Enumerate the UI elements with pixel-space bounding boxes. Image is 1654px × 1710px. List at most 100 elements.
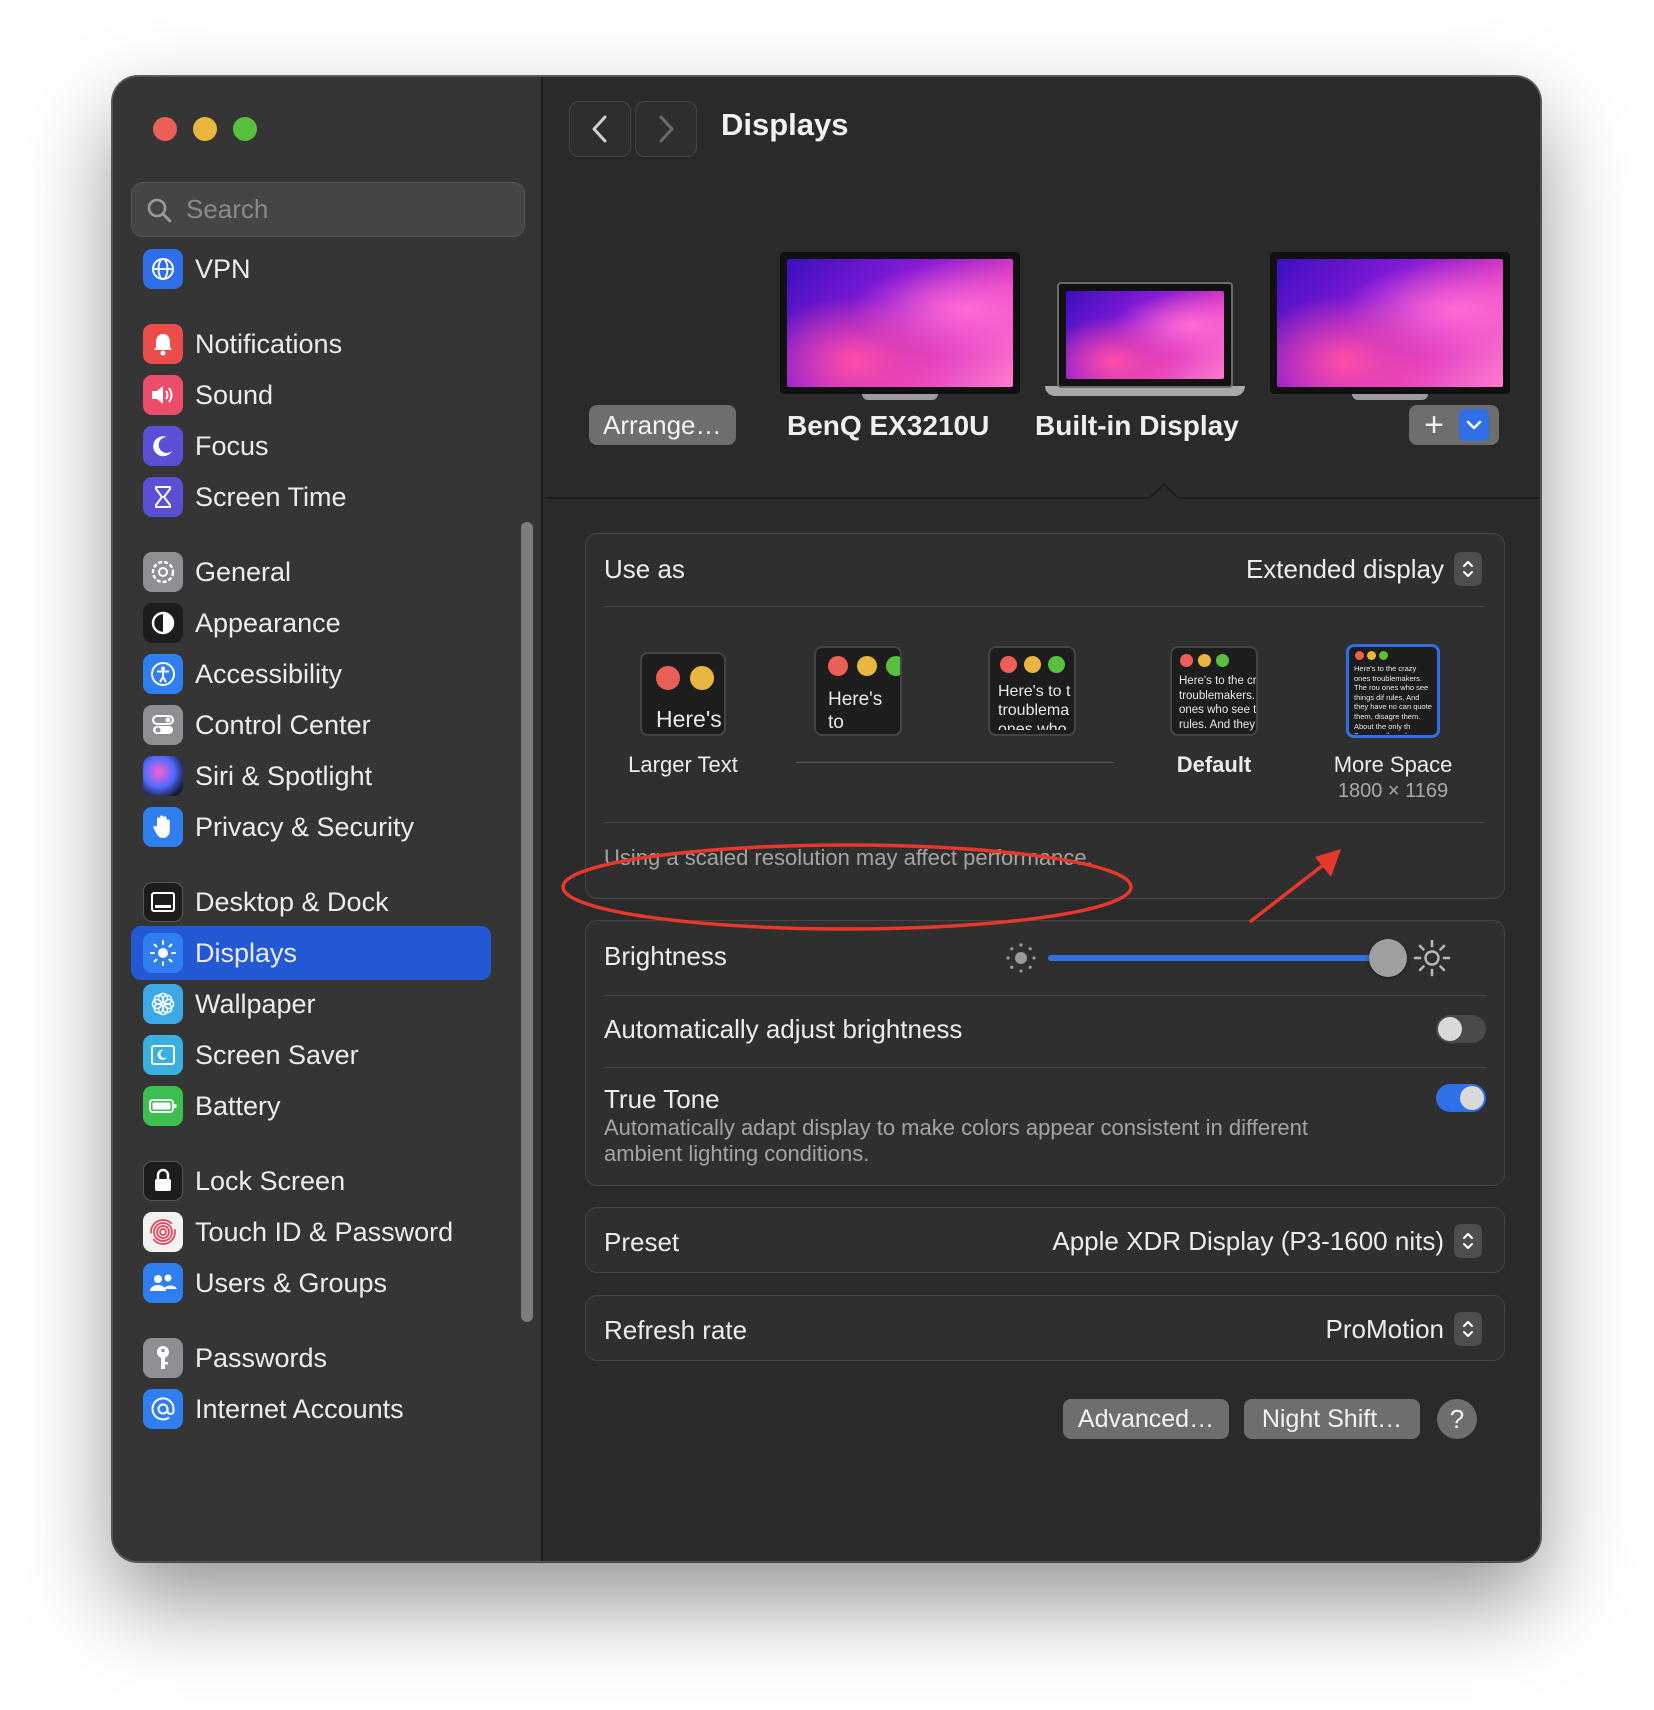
night-shift-button[interactable]: Night Shift… <box>1244 1399 1420 1439</box>
window-controls <box>153 117 257 141</box>
resolution-thumbnail: Here's to troublem <box>814 646 902 736</box>
sidebar-item-screen-saver[interactable]: Screen Saver <box>131 1028 491 1082</box>
sidebar-item-touch-id[interactable]: Touch ID & Password <box>131 1205 491 1259</box>
minimize-button[interactable] <box>193 117 217 141</box>
refresh-rate-value: ProMotion <box>1325 1313 1445 1344</box>
sidebar-item-control-center[interactable]: Control Center <box>131 698 491 752</box>
advanced-button[interactable]: Advanced… <box>1063 1399 1229 1439</box>
preset-value: Apple XDR Display (P3-1600 nits) <box>1052 1225 1444 1256</box>
accessibility-icon <box>143 654 183 694</box>
display-label-built-in[interactable]: Built-in Display <box>1035 410 1239 442</box>
display-label-benq[interactable]: BenQ EX3210U <box>787 410 989 442</box>
updown-chevron-icon <box>1454 552 1482 586</box>
settings-window: Search VPN Notifications Sound Focus Scr… <box>112 76 1541 1562</box>
refresh-rate-label: Refresh rate <box>604 1315 748 1345</box>
wallpaper-image <box>787 259 1013 387</box>
help-button[interactable]: ? <box>1437 1399 1477 1439</box>
resolution-caption: More Space <box>1333 752 1453 777</box>
preset-popup[interactable]: Apple XDR Display (P3-1600 nits) <box>1052 1224 1482 1258</box>
appearance-icon <box>143 603 183 643</box>
sidebar-item-accessibility[interactable]: Accessibility <box>131 647 491 701</box>
close-button[interactable] <box>153 117 177 141</box>
sidebar-item-passwords[interactable]: Passwords <box>131 1331 491 1385</box>
add-display-control[interactable]: + <box>1409 405 1499 445</box>
moon-icon <box>143 426 183 466</box>
zoom-button[interactable] <box>233 117 257 141</box>
divider <box>545 497 1540 499</box>
sidebar-item-notifications[interactable]: Notifications <box>131 317 491 371</box>
resolution-caption: Larger Text <box>628 752 738 777</box>
page-title: Displays <box>721 107 849 142</box>
sidebar-item-battery[interactable]: Battery <box>131 1079 491 1133</box>
sidebar-item-vpn[interactable]: VPN <box>131 242 491 296</box>
sun-large-icon <box>1413 939 1451 977</box>
refresh-rate-group: Refresh rate ProMotion <box>585 1295 1505 1361</box>
resolution-caption: Default <box>1176 752 1252 777</box>
resolution-thumbnail: Here's to the crazy ones troublemakers. … <box>1346 644 1440 738</box>
sidebar-item-general[interactable]: General <box>131 545 491 599</box>
brightness-label: Brightness <box>604 941 727 971</box>
use-as-popup[interactable]: Extended display <box>1246 552 1482 586</box>
brightness-slider-fill <box>1048 955 1388 961</box>
bell-icon <box>143 324 183 364</box>
preset-group: Preset Apple XDR Display (P3-1600 nits) <box>585 1207 1505 1273</box>
screensaver-icon <box>143 1035 183 1075</box>
main-pane: Displays Arrange… BenQ EX3210U Built-in … <box>545 77 1540 1561</box>
add-display-button[interactable]: + <box>1409 405 1459 445</box>
add-display-menu[interactable] <box>1459 409 1489 441</box>
sidebar-item-focus[interactable]: Focus <box>131 419 491 473</box>
sidebar-item-users-groups[interactable]: Users & Groups <box>131 1256 491 1310</box>
sidebar: Search VPN Notifications Sound Focus Scr… <box>113 77 543 1561</box>
flower-icon <box>143 984 183 1024</box>
sidebar-item-privacy-security[interactable]: Privacy & Security <box>131 800 491 854</box>
gear-icon <box>143 552 183 592</box>
resolution-slider-line <box>796 762 1114 763</box>
sidebar-item-appearance[interactable]: Appearance <box>131 596 491 650</box>
users-icon <box>143 1263 183 1303</box>
siri-icon <box>143 756 183 796</box>
sun-small-icon <box>1006 943 1036 973</box>
refresh-rate-popup[interactable]: ProMotion <box>1325 1312 1482 1346</box>
sidebar-item-screen-time[interactable]: Screen Time <box>131 470 491 524</box>
search-icon <box>147 198 172 222</box>
wallpaper-image <box>1277 259 1503 387</box>
use-as-label: Use as <box>604 554 685 584</box>
speaker-icon <box>143 375 183 415</box>
dock-icon <box>143 882 183 922</box>
display-settings-group: Use as Extended display Here's Larger Te… <box>585 533 1505 899</box>
sidebar-item-sound[interactable]: Sound <box>131 368 491 422</box>
display-third[interactable] <box>1270 252 1510 400</box>
display-built-in[interactable] <box>1045 282 1245 396</box>
chevron-down-icon <box>1466 420 1482 430</box>
forward-button[interactable] <box>635 101 697 157</box>
resolution-thumbnail: Here's to t troublema ones who <box>988 646 1076 736</box>
sidebar-item-wallpaper[interactable]: Wallpaper <box>131 977 491 1031</box>
true-tone-toggle[interactable] <box>1436 1084 1486 1112</box>
key-icon <box>143 1338 183 1378</box>
at-icon <box>143 1389 183 1429</box>
selected-display-indicator <box>1148 482 1180 514</box>
fingerprint-icon <box>143 1212 183 1252</box>
sun-icon <box>143 933 183 973</box>
sidebar-item-internet-accounts[interactable]: Internet Accounts <box>131 1382 491 1436</box>
sidebar-item-lock-screen[interactable]: Lock Screen <box>131 1154 491 1208</box>
toggles-icon <box>143 705 183 745</box>
sidebar-scrollbar[interactable] <box>521 522 533 1322</box>
sidebar-item-siri-spotlight[interactable]: Siri & Spotlight <box>131 749 491 803</box>
sidebar-item-desktop-dock[interactable]: Desktop & Dock <box>131 875 491 929</box>
brightness-group: Brightness Automatically adjust brightne… <box>585 920 1505 1186</box>
display-benq[interactable] <box>780 252 1020 400</box>
sidebar-item-displays[interactable]: Displays <box>131 926 491 980</box>
back-button[interactable] <box>569 101 631 157</box>
true-tone-description-line2: ambient lighting conditions. <box>604 1141 870 1166</box>
wallpaper-image <box>1066 291 1224 379</box>
search-field[interactable]: Search <box>131 182 525 237</box>
brightness-slider[interactable] <box>1048 939 1407 977</box>
arrange-button[interactable]: Arrange… <box>589 405 736 445</box>
auto-brightness-toggle[interactable] <box>1436 1015 1486 1043</box>
hand-icon <box>143 807 183 847</box>
brightness-slider-knob[interactable] <box>1368 939 1407 977</box>
resolution-size: 1800 × 1169 <box>1337 780 1449 802</box>
updown-chevron-icon <box>1454 1312 1482 1346</box>
chevron-right-icon <box>659 115 674 143</box>
